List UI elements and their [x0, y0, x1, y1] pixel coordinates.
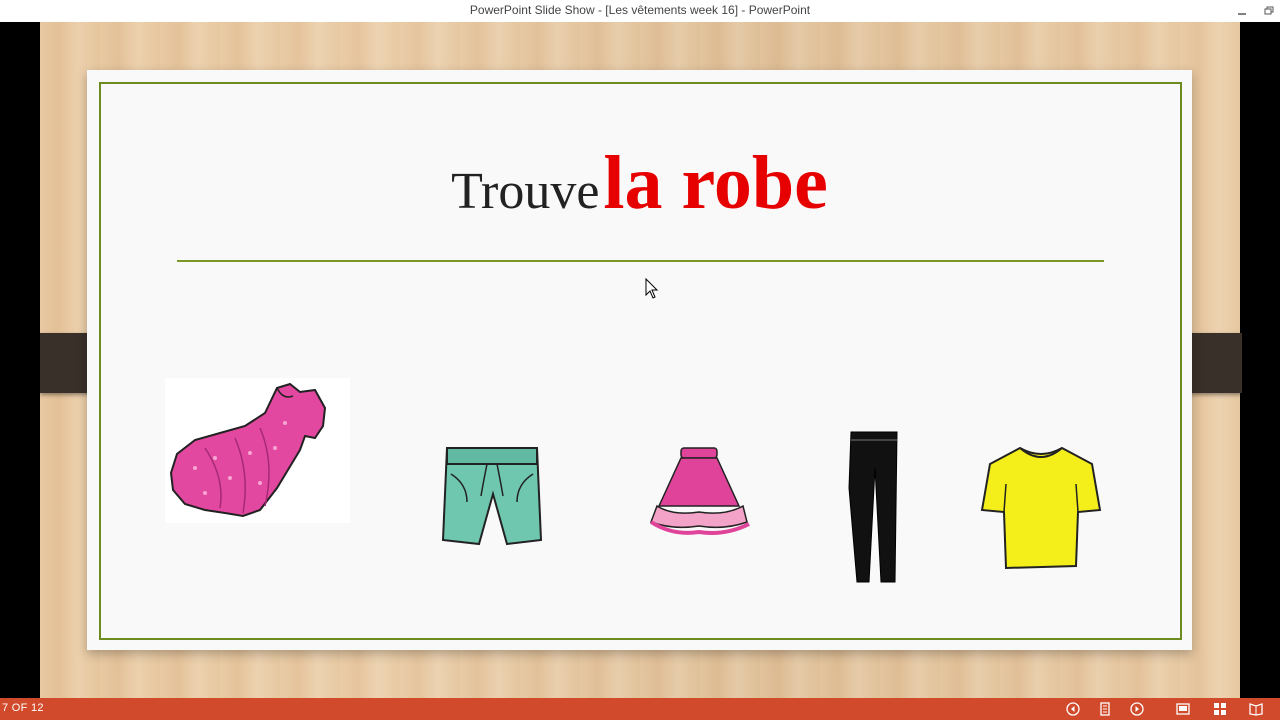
- normal-view-icon[interactable]: [1174, 700, 1192, 718]
- shorts-image[interactable]: [437, 444, 547, 554]
- reading-view-icon[interactable]: [1247, 700, 1265, 718]
- heading-target: la robe: [603, 141, 828, 225]
- slide-sorter-icon[interactable]: [1211, 700, 1229, 718]
- previous-icon[interactable]: [1064, 700, 1082, 718]
- slide-show-stage: Trouve la robe: [0, 22, 1280, 698]
- slide-show-status-bar: 7 OF 12: [0, 698, 1280, 720]
- next-icon[interactable]: [1128, 700, 1146, 718]
- slide-counter: 7 OF 12: [2, 702, 44, 714]
- mouse-cursor-icon: [645, 277, 659, 305]
- tshirt-image[interactable]: [980, 444, 1102, 574]
- window-title: PowerPoint Slide Show - [Les vêtements w…: [469, 3, 811, 17]
- notes-icon[interactable]: [1096, 700, 1114, 718]
- heading-prefix: Trouve: [451, 163, 600, 220]
- title-bar: PowerPoint Slide Show - [Les vêtements w…: [0, 0, 1280, 23]
- heading-divider: [177, 260, 1104, 262]
- slide-heading: Trouve la robe: [87, 140, 1192, 227]
- trousers-image[interactable]: [843, 428, 903, 588]
- dress-image[interactable]: [165, 378, 350, 523]
- slide[interactable]: Trouve la robe: [87, 70, 1192, 650]
- skirt-image[interactable]: [643, 444, 755, 544]
- minimize-icon[interactable]: [1231, 0, 1253, 22]
- restore-icon[interactable]: [1258, 0, 1280, 22]
